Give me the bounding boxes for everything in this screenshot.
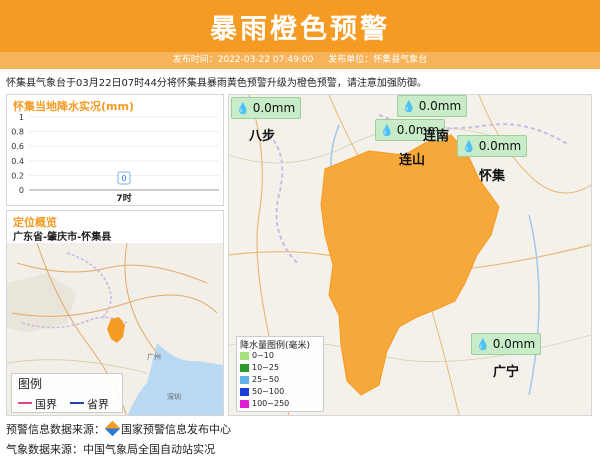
svg-text:广州: 广州 [147, 352, 161, 361]
station-value: 0.0mm [418, 99, 462, 113]
town-label: 连南 [423, 129, 450, 144]
y-tick-label: 1 [19, 113, 24, 122]
y-tick-label: 0.2 [11, 171, 24, 180]
warning-source: 预警信息数据来源： 国家预警信息发布中心 [6, 420, 231, 437]
raindrop-icon: 💧 [236, 102, 250, 115]
location-legend: 图例 国界 省界 [11, 373, 123, 413]
country-border-swatch [18, 402, 32, 404]
raindrop-icon: 💧 [462, 140, 476, 153]
rainfall-legend-item: 10~25 [240, 363, 279, 373]
rainfall-chart: 1 0.8 0.6 0.4 0.2 0 0 7时 [11, 113, 219, 204]
station-badge[interactable]: 💧 0.0mm [457, 135, 528, 157]
raindrop-icon: 💧 [476, 338, 490, 351]
town-label: 八步 [249, 129, 276, 144]
station-value: 0.0mm [478, 139, 522, 153]
y-tick-label: 0.8 [11, 128, 24, 137]
station-value: 0.0mm [252, 101, 296, 115]
raindrop-icon: 💧 [402, 100, 416, 113]
warning-page: 暴雨橙色预警 发布时间：2022-03-22 07:49:00 发布单位：怀集县… [0, 0, 600, 471]
location-region: 广东省-肇庆市-怀集县 [13, 232, 112, 243]
province-border-swatch [70, 402, 84, 404]
publisher: 发布单位：怀集县气象台 [328, 55, 428, 65]
y-tick-label: 0 [19, 186, 24, 195]
town-label: 广宁 [493, 365, 520, 380]
data-label: 0 [121, 174, 126, 183]
weather-source: 气象数据来源：中国气象局全国自动站实况 [6, 443, 215, 456]
rainfall-legend-item: 50~100 [240, 387, 284, 397]
location-legend-title: 图例 [18, 377, 43, 391]
y-tick-label: 0.4 [11, 157, 24, 166]
publish-time: 发布时间：2022-03-22 07:49:00 [172, 55, 314, 65]
rainfall-legend-item: 100~250 [240, 399, 289, 409]
country-border-label: 国界 [35, 398, 57, 411]
station-badge[interactable]: 💧 0.0mm [471, 333, 542, 355]
warning-source-label: 预警信息数据来源： [6, 423, 105, 436]
province-border-label: 省界 [87, 398, 109, 411]
rainfall-legend-title: 降水量图例(毫米) [240, 341, 311, 351]
warning-title: 暴雨橙色预警 [210, 14, 390, 45]
svg-text:深圳: 深圳 [167, 392, 181, 401]
warning-header: 暴雨橙色预警 [0, 0, 600, 52]
location-panel: 定位概览 广东省-肇庆市-怀集县 广州 深圳 图例 国界 省界 [6, 210, 224, 416]
x-tick-label: 7时 [116, 192, 131, 204]
station-badge[interactable]: 💧 0.0mm [397, 95, 468, 117]
station-value: 0.0mm [492, 337, 536, 351]
station-badge[interactable]: 💧 0.0mm [231, 97, 302, 119]
warning-source-name[interactable]: 国家预警信息发布中心 [121, 423, 231, 436]
rainfall-legend: 降水量图例(毫米) 0~10 10~25 25~50 50~100 100~25… [236, 336, 324, 412]
raindrop-icon: 💧 [380, 124, 394, 137]
rainfall-legend-item: 0~10 [240, 351, 274, 361]
warning-center-logo-icon [104, 420, 121, 437]
town-label: 连山 [399, 153, 426, 168]
y-tick-label: 0.6 [11, 142, 24, 151]
warning-meta: 发布时间：2022-03-22 07:49:00 发布单位：怀集县气象台 [0, 52, 600, 69]
warning-summary: 怀集县气象台于03月22日07时44分将怀集县暴雨黄色预警升级为橙色预警，请注意… [6, 78, 427, 89]
rainfall-legend-item: 25~50 [240, 375, 279, 385]
rainfall-panel: 怀集当地降水实况(mm) 1 0.8 0.6 0.4 0.2 0 0 7时 [6, 94, 224, 206]
town-label: 怀集 [479, 169, 506, 184]
